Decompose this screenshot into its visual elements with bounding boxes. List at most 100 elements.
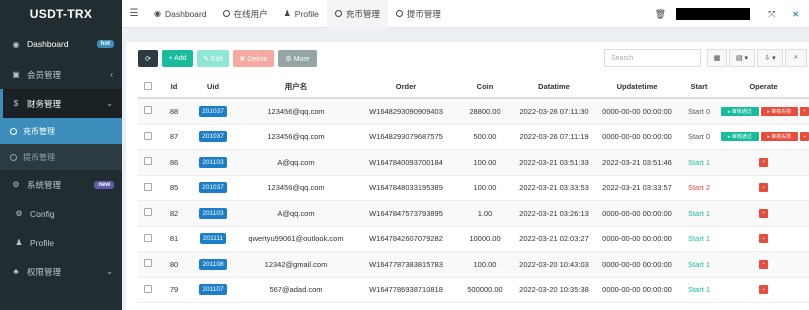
uid-badge[interactable]: 201108 xyxy=(199,258,227,270)
header-coin[interactable]: Coin xyxy=(456,82,514,91)
select-all-checkbox[interactable] xyxy=(144,81,152,90)
row-checkbox[interactable] xyxy=(144,182,152,191)
header-datatime[interactable]: Datatime xyxy=(514,82,594,91)
menu-toggle-icon[interactable]: ☰ xyxy=(122,8,146,19)
search-input[interactable]: Search xyxy=(604,49,701,67)
add-button[interactable]: + Add xyxy=(162,50,193,67)
table-row[interactable]: 87 201037 123456@qq.com W1648293079687575 50… xyxy=(138,125,809,150)
row-checkbox[interactable] xyxy=(144,208,152,217)
tab-label: Profile xyxy=(294,8,319,19)
cell-id: 86 xyxy=(169,157,179,167)
delete-row-button[interactable]: ▪ xyxy=(759,208,768,218)
sidebar-item-profile[interactable]: ♟ Profile xyxy=(0,228,122,257)
sidebar-item-permission[interactable]: ♣ 权限管理 ⌄ xyxy=(0,257,122,286)
select-cell[interactable] xyxy=(138,259,158,269)
tab-withdraw[interactable]: 提币管理 xyxy=(388,0,449,28)
header-order[interactable]: Order xyxy=(356,82,456,91)
uid-badge[interactable]: 201037 xyxy=(199,105,227,117)
select-cell[interactable] xyxy=(138,106,158,116)
delete-row-button[interactable]: ▪ xyxy=(800,132,809,142)
header-uid[interactable]: Uid xyxy=(190,82,236,91)
trash-icon[interactable]: 🗑 xyxy=(655,9,666,20)
delete-row-button[interactable]: ▪ xyxy=(759,183,768,193)
row-checkbox[interactable] xyxy=(144,106,152,115)
select-cell[interactable] xyxy=(138,233,158,244)
sidebar-item-system[interactable]: ⚙ 系统管理 new xyxy=(0,170,122,199)
tab-profile[interactable]: ♟ Profile xyxy=(276,0,327,28)
delete-row-button[interactable]: ▪ xyxy=(759,259,768,269)
fullscreen-icon[interactable]: ⤧ xyxy=(768,9,775,20)
approve-button[interactable]: ▸ 审核通过 xyxy=(721,132,759,142)
more-button[interactable]: ⚙ More xyxy=(278,50,317,67)
row-checkbox[interactable] xyxy=(144,233,152,242)
header-id[interactable]: Id xyxy=(158,82,190,91)
cell-datatime: 2022-03-21 03:33:53 xyxy=(519,183,589,193)
sidebar-item-dashboard[interactable]: ◉ Dashboard hot xyxy=(0,28,122,60)
export-button[interactable]: ⇩ ▾ xyxy=(757,49,783,67)
row-checkbox[interactable] xyxy=(144,131,152,140)
search-button[interactable]: ⌕ xyxy=(785,49,807,67)
trash-icon: ▪ xyxy=(762,159,765,166)
table-row[interactable]: 79 201107 567@adad.com W1647786938710818 500… xyxy=(138,278,809,303)
cell-operate: ▸ 审核通过 ▸ 审核失败 ▪ xyxy=(718,106,809,116)
sidebar-item-member[interactable]: ▣ 会员管理 ‹ xyxy=(0,60,122,89)
table-row[interactable]: 86 201103 A@qq.com W1647840093700184 100.00 2… xyxy=(138,150,809,176)
cell-uid: 201103 xyxy=(190,207,236,219)
delete-button[interactable]: ✖ Delete xyxy=(233,50,274,67)
delete-row-button[interactable]: ▪ xyxy=(800,106,809,116)
uid-badge[interactable]: 201103 xyxy=(199,207,227,219)
tab-online-users[interactable]: 在线用户 xyxy=(215,0,276,28)
select-cell[interactable] xyxy=(138,208,158,218)
approve-button[interactable]: ▸ 审核通过 xyxy=(721,106,759,116)
cell-username: 123456@qq.com xyxy=(267,183,325,193)
cell-order: W1648293079687575 xyxy=(369,132,443,142)
row-checkbox[interactable] xyxy=(144,259,152,268)
uid-badge[interactable]: 201037 xyxy=(199,131,227,143)
circle-icon xyxy=(10,153,17,161)
select-cell[interactable] xyxy=(138,131,158,142)
table-row[interactable]: 81 201111 qwertyu99061@outlook.com W1647842… xyxy=(138,227,809,252)
header-updatetime[interactable]: Updatetime xyxy=(594,82,680,91)
delete-row-button[interactable]: ▪ xyxy=(759,234,768,244)
select-cell[interactable] xyxy=(138,157,158,167)
uid-badge[interactable]: 201037 xyxy=(199,182,227,194)
sidebar-item-config[interactable]: ⚙ Config xyxy=(0,199,122,228)
row-checkbox[interactable] xyxy=(144,284,152,293)
table-row[interactable]: 85 201037 123456@qq.com W1647848033195389 10… xyxy=(138,176,809,201)
refresh-button[interactable]: ⟳ xyxy=(138,50,158,67)
sidebar-item-label: 系统管理 xyxy=(27,179,62,190)
table-row[interactable]: 80 201108 12342@gmail.com W1647787383815783… xyxy=(138,252,809,278)
edit-button[interactable]: ✎ Edit xyxy=(197,50,229,67)
reject-button[interactable]: ▸ 审核失败 xyxy=(760,106,799,116)
delete-row-button[interactable]: ▪ xyxy=(759,157,768,167)
tab-dashboard[interactable]: ◉ Dashboard xyxy=(146,0,215,28)
tab-recharge[interactable]: 充币管理 xyxy=(326,0,388,28)
cell-id: 80 xyxy=(169,259,179,269)
header-username[interactable]: 用户名 xyxy=(236,81,356,92)
delete-row-button[interactable]: ▪ xyxy=(759,285,768,295)
row-checkbox[interactable] xyxy=(144,157,152,166)
tab-label: 在线用户 xyxy=(233,8,268,19)
header-start[interactable]: Start xyxy=(680,82,718,91)
cell-coin: 28800.00 xyxy=(469,106,501,116)
reject-button[interactable]: ▸ 审核失败 xyxy=(760,132,799,142)
uid-badge[interactable]: 201111 xyxy=(199,233,227,245)
select-cell[interactable] xyxy=(138,182,158,193)
close-icon[interactable]: ✕ xyxy=(792,10,799,19)
columns-button[interactable]: ▤ ▾ xyxy=(729,49,755,67)
sidebar-item-finance[interactable]: $ 财务管理 ⌄ xyxy=(0,89,122,118)
row-actions: ▪ xyxy=(718,259,809,269)
uid-badge[interactable]: 201103 xyxy=(199,156,227,168)
table-row[interactable]: 88 201037 123456@qq.com W1648293090909403 28… xyxy=(138,99,809,125)
sidebar-item-withdraw[interactable]: 提币管理 xyxy=(0,144,122,170)
row-actions: ▪ xyxy=(718,234,809,244)
table-row[interactable]: 82 201103 A@qq.com W1647847573793895 1.00 202… xyxy=(138,201,809,227)
sidebar-item-recharge[interactable]: 充币管理 xyxy=(0,118,122,144)
sidebar: USDT-TRX ◉ Dashboard hot ▣ 会员管理 ‹ $ 财务管理… xyxy=(0,0,122,310)
select-all-cell[interactable] xyxy=(138,81,158,92)
cell-username: 567@adad.com xyxy=(269,285,323,295)
brand-logo[interactable]: USDT-TRX xyxy=(0,0,122,28)
uid-badge[interactable]: 201107 xyxy=(199,284,227,296)
toggle-view-button[interactable]: ▦ xyxy=(707,49,727,67)
select-cell[interactable] xyxy=(138,284,158,295)
